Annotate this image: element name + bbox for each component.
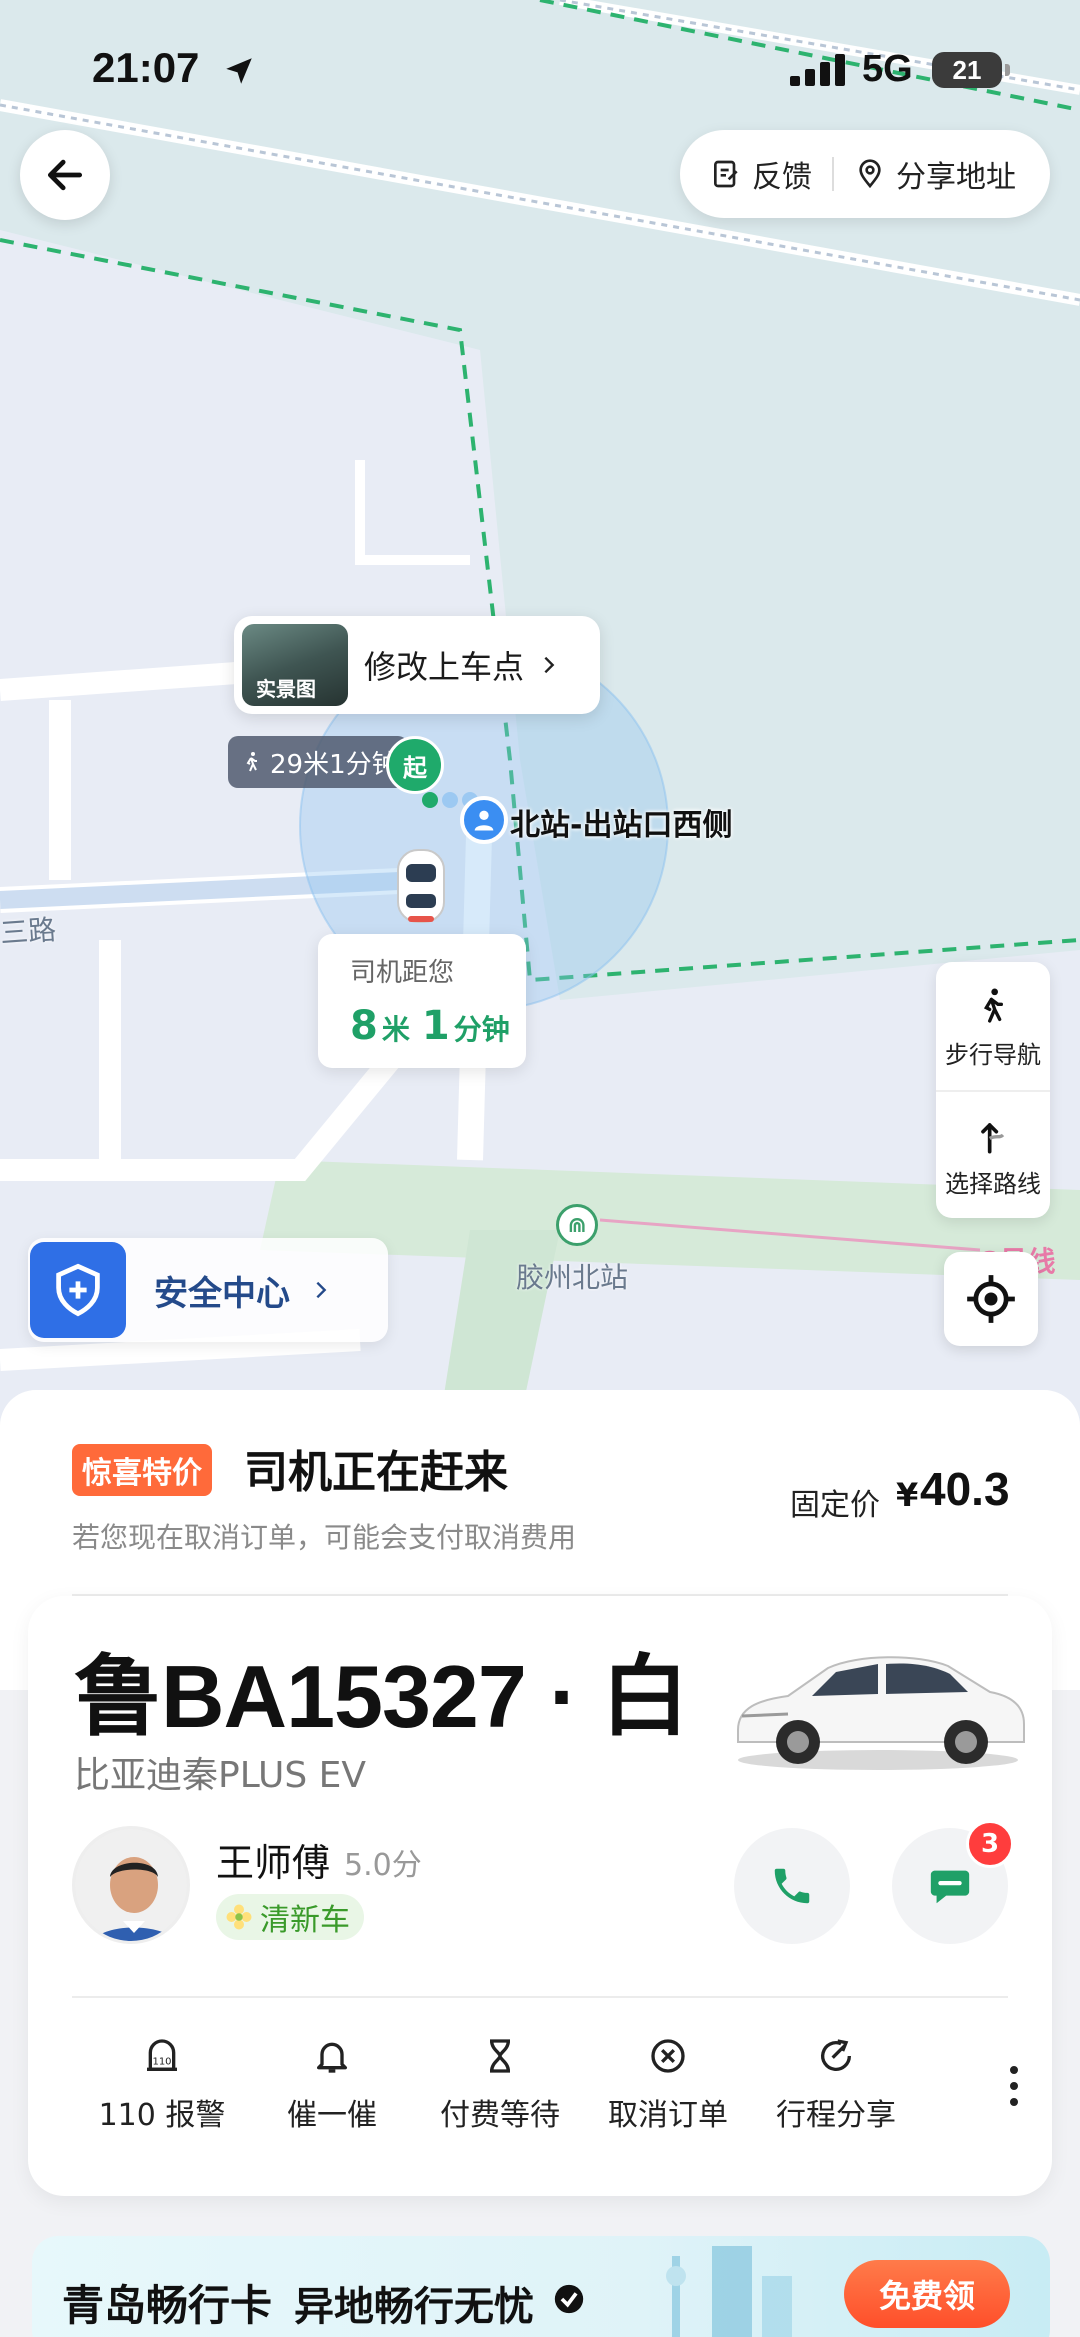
urge-driver-button[interactable]: 催一催 [252, 2036, 412, 2134]
trip-actions-row: 110 110 报警 催一催 付费等待 取消订单 行程分享 [72, 2036, 1032, 2156]
paid-wait-label: 付费等待 [440, 2098, 560, 2133]
police-110-label: 110 报警 [98, 2098, 226, 2133]
crosshair-icon [967, 1275, 1015, 1323]
unread-message-badge: 3 [966, 1820, 1014, 1868]
car-model: 比亚迪秦PLUS EV [74, 1755, 366, 1796]
svg-text:110: 110 [152, 2056, 171, 2067]
battery-icon: 21 [932, 52, 1010, 88]
shield-icon [30, 1242, 126, 1338]
divider [72, 1996, 1008, 1998]
price-currency: ¥ [896, 1476, 919, 1514]
bell-icon [317, 2042, 347, 2073]
banner-title: 青岛畅行卡 [62, 2281, 273, 2330]
driver-rating: 5.0分 [344, 1848, 422, 1883]
walking-icon [983, 988, 1003, 1023]
cancel-circle-icon [651, 2039, 685, 2073]
edit-pickup-label: 修改上车点 [364, 648, 525, 686]
feedback-button[interactable]: 反馈 [680, 152, 812, 196]
eta-time-value: 1 [421, 1003, 450, 1049]
chevron-right-icon [544, 656, 555, 674]
chevron-right-icon [316, 1281, 327, 1299]
share-address-button[interactable]: 分享地址 [834, 152, 1016, 196]
status-bar: 21:07 5G 21 [0, 0, 1080, 140]
walk-distance-chip: 29米1分钟 [228, 736, 408, 788]
share-icon [821, 2039, 851, 2072]
start-marker: 起 [386, 736, 444, 794]
user-location-marker [460, 796, 508, 844]
driver-eta-values: 8 米 1 分钟 [350, 1003, 526, 1049]
phone-icon [774, 1868, 810, 1904]
police-110-button[interactable]: 110 110 报警 [82, 2036, 242, 2134]
arrow-left-icon [47, 159, 83, 191]
promo-banner[interactable]: 青岛畅行卡 异地畅行无忧 免费领 [32, 2236, 1050, 2337]
driver-vehicle-card: 鲁BA15327 · 白 比亚迪秦PLUS EV 王师傅 5.0分 清新车 3 … [28, 1596, 1052, 2196]
clean-car-label: 清新车 [260, 1903, 350, 1938]
share-address-label: 分享地址 [896, 160, 1016, 195]
more-actions-button[interactable] [994, 2056, 1034, 2116]
street-view-thumbnail[interactable]: 实景图 [242, 624, 348, 706]
claim-free-button[interactable]: 免费领 [844, 2260, 1010, 2328]
cancel-fee-hint: 若您现在取消订单，可能会支付取消费用 [72, 1521, 577, 1554]
location-arrow-icon [226, 58, 252, 84]
walking-icon [246, 752, 257, 772]
pickup-station-name: 北站-出站口西侧 [510, 808, 733, 843]
driver-name: 王师傅 [216, 1841, 331, 1885]
chat-icon [930, 1870, 970, 1904]
eta-distance-value: 8 [350, 1003, 378, 1049]
top-action-bar: 反馈 分享地址 [680, 130, 1050, 218]
street-view-label: 实景图 [256, 677, 316, 701]
flower-icon [226, 1904, 252, 1930]
share-trip-button[interactable]: 行程分享 [756, 2036, 916, 2134]
city-skyline-illustration [666, 2246, 792, 2337]
car-image [737, 1656, 1025, 1770]
police-110-icon: 110 [147, 2039, 177, 2071]
location-share-icon [859, 159, 881, 189]
route-fork-icon [981, 1122, 1005, 1153]
paid-wait-button[interactable]: 付费等待 [420, 2036, 580, 2134]
call-driver-button[interactable] [734, 1828, 850, 1944]
cancel-order-button[interactable]: 取消订单 [588, 2036, 748, 2134]
banner-subtitle: 异地畅行无忧 [294, 2284, 534, 2330]
clock: 21:07 [92, 44, 200, 91]
driver-avatar[interactable] [72, 1826, 190, 1944]
walk-distance-text: 29米1分钟 [270, 749, 398, 780]
walk-navigation-label: 步行导航 [945, 1040, 1041, 1069]
feedback-label: 反馈 [752, 160, 812, 195]
safety-center-button[interactable]: 安全中心 [28, 1238, 388, 1342]
more-dots-icon [1010, 2066, 1018, 2074]
walk-navigation-button[interactable]: 步行导航 [936, 962, 1050, 1090]
recenter-location-button[interactable] [944, 1252, 1038, 1346]
cancel-order-label: 取消订单 [608, 2098, 728, 2133]
eta-time-unit: 分钟 [453, 1013, 510, 1046]
eta-distance-unit: 米 [381, 1013, 410, 1046]
driver-eta-label: 司机距您 [350, 958, 455, 988]
order-status-title: 司机正在赶来 [244, 1447, 508, 1498]
message-driver-button[interactable]: 3 [892, 1820, 1014, 1944]
person-icon [474, 810, 494, 831]
metro-station-label: 胶州北站 [516, 1261, 629, 1294]
clean-car-badge: 清新车 [216, 1894, 364, 1940]
road-label: 三路 [0, 913, 58, 950]
choose-route-label: 选择路线 [945, 1169, 1041, 1198]
hourglass-icon [490, 2039, 510, 2073]
feedback-icon [714, 160, 738, 188]
check-circle-icon [554, 2284, 584, 2314]
driver-eta-card: 司机距您 8 米 1 分钟 [318, 934, 526, 1068]
map-view[interactable]: 21:07 5G 21 反馈 分享地址 实景图 修改上车点 29米1分钟 起 北… [0, 0, 1080, 1420]
edit-pickup-point-button[interactable]: 实景图 修改上车点 [234, 616, 600, 714]
safety-center-label: 安全中心 [154, 1273, 290, 1314]
price-type-label: 固定价 [790, 1488, 880, 1523]
urge-driver-label: 催一催 [287, 2098, 377, 2133]
back-button[interactable] [20, 130, 110, 220]
choose-route-button[interactable]: 选择路线 [936, 1090, 1050, 1218]
map-tools-panel: 步行导航 选择路线 [936, 962, 1050, 1218]
promo-badge: 惊喜特价 [72, 1444, 212, 1496]
signal-icon [790, 54, 845, 86]
license-plate: 鲁BA15327 · 白 [74, 1647, 689, 1746]
share-trip-label: 行程分享 [776, 2098, 896, 2133]
network-type: 5G [862, 48, 913, 90]
metro-icon: ⋒ [556, 1204, 598, 1246]
order-bottom-sheet[interactable]: 惊喜特价 司机正在赶来 若您现在取消订单，可能会支付取消费用 固定价 ¥ 40.… [0, 1390, 1080, 2337]
price-value[interactable]: 40.3 [920, 1462, 1010, 1516]
